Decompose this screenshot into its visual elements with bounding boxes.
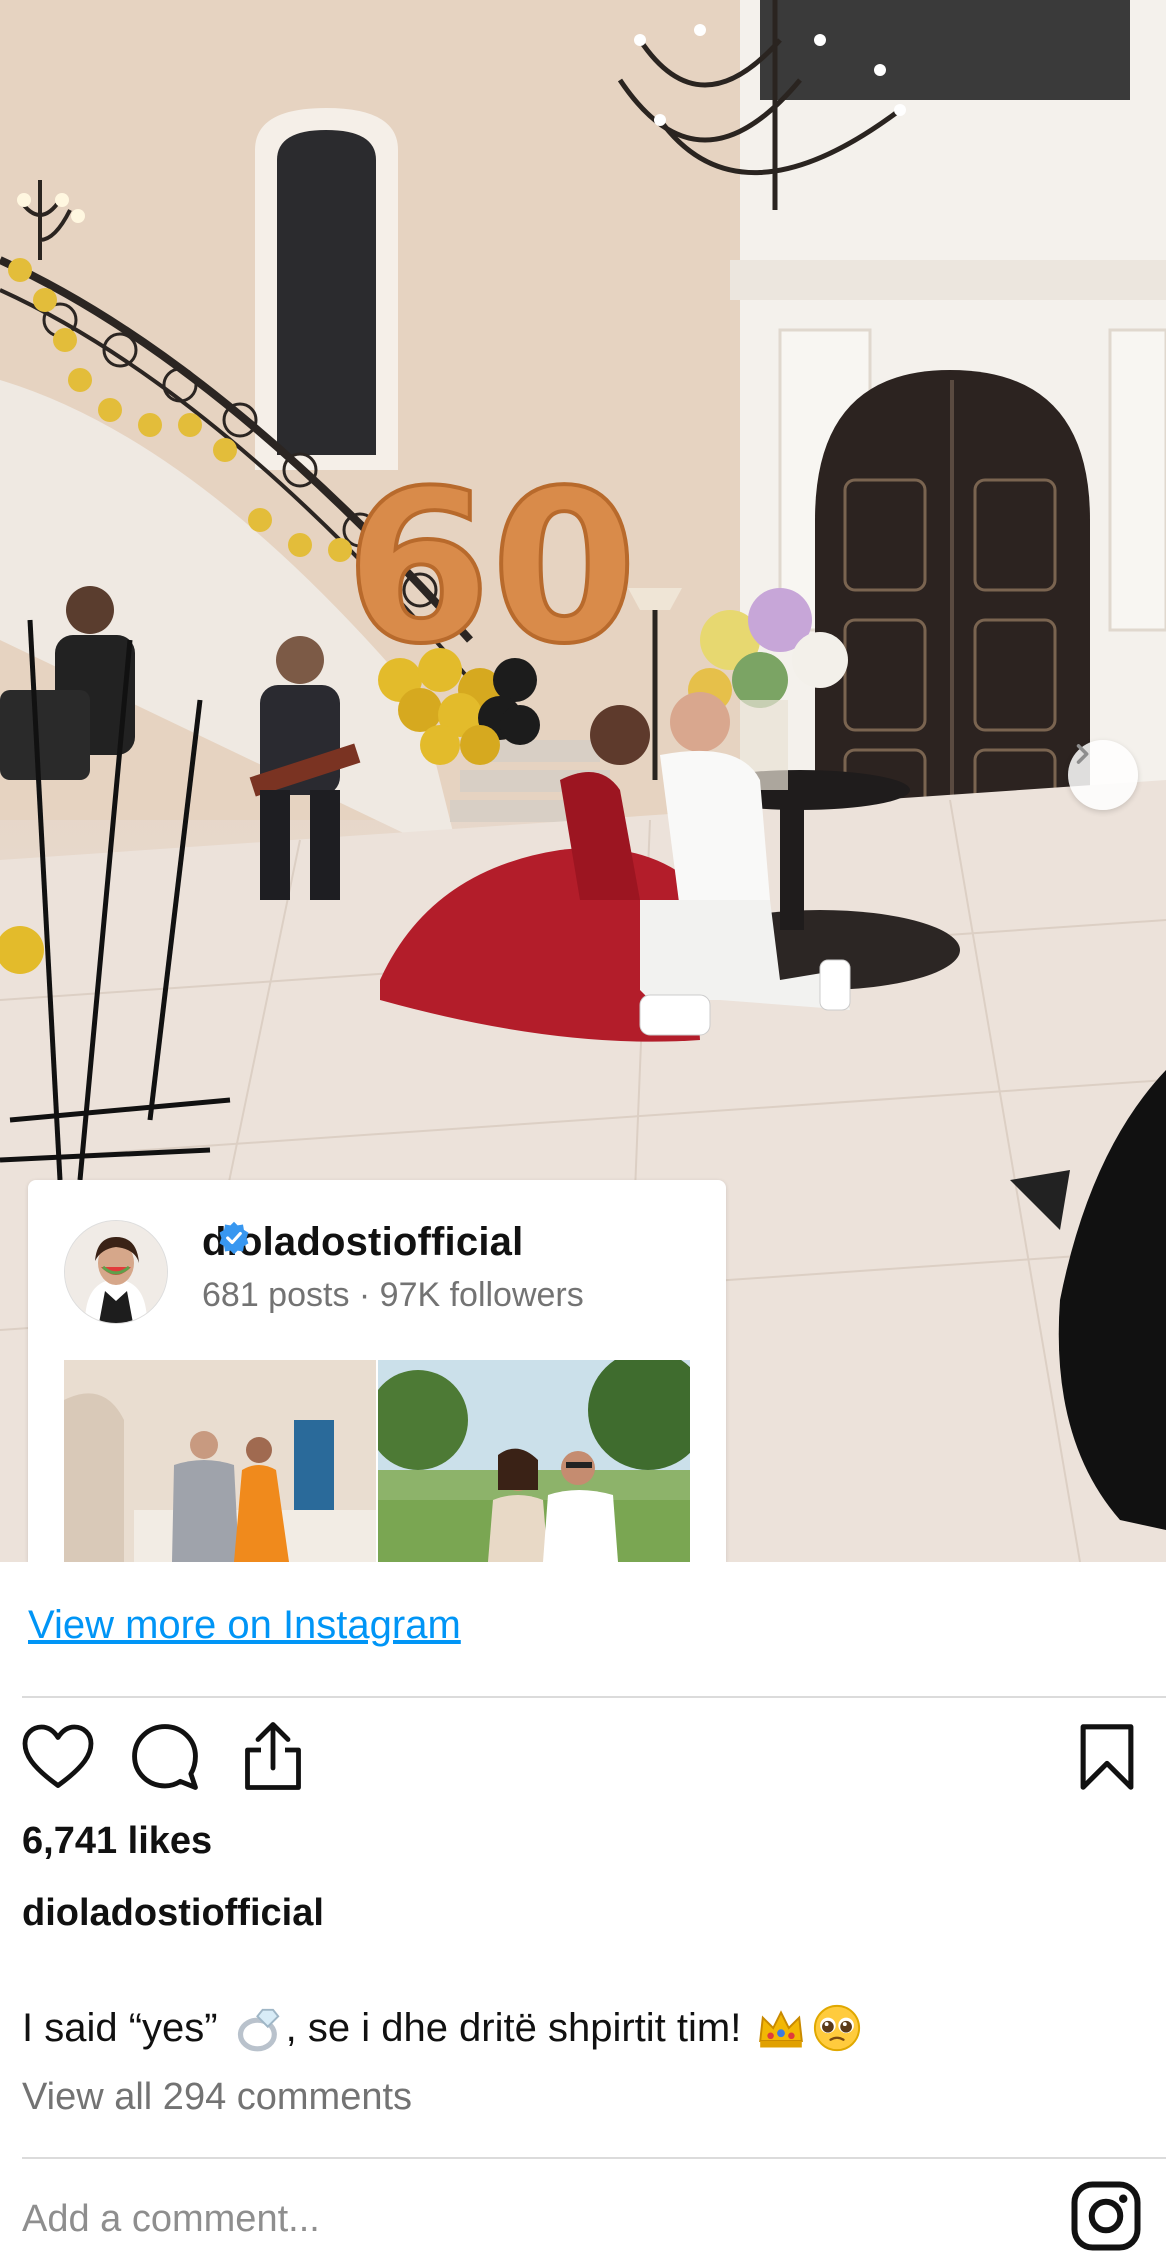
ring-emoji xyxy=(237,2008,280,2052)
add-comment-input[interactable]: Add a comment... xyxy=(22,2198,320,2241)
bookmark-icon[interactable] xyxy=(1078,1722,1136,1792)
pleading-face-emoji xyxy=(814,2004,861,2052)
caption-text-part2: , se i dhe dritë shpirtit tim! xyxy=(285,2005,742,2050)
share-icon[interactable] xyxy=(240,1720,306,1792)
caption-text-part1: I said “yes” xyxy=(22,2005,218,2050)
profile-thumbnail[interactable] xyxy=(378,1360,690,1562)
caption: I said “yes” , se i dhe dritë shpirtit t… xyxy=(22,2002,863,2054)
verified-badge-icon xyxy=(219,1221,249,1255)
caption-username[interactable]: dioladostiofficial xyxy=(22,1892,324,1935)
view-more-on-instagram-link[interactable]: View more on Instagram xyxy=(28,1603,461,1648)
heart-icon[interactable] xyxy=(22,1724,94,1790)
thumbnail-image xyxy=(64,1360,376,1562)
post-photo[interactable]: 60 dioladostiofficial 681 posts · 97K fo… xyxy=(0,0,1166,1562)
avatar[interactable] xyxy=(64,1220,168,1324)
chevron-right-icon xyxy=(1076,744,1089,764)
profile-stats: 681 posts · 97K followers xyxy=(202,1276,584,1314)
crown-emoji xyxy=(759,2010,804,2048)
thumbnail-image xyxy=(378,1360,690,1562)
avatar-image xyxy=(65,1221,167,1323)
likes-count[interactable]: 6,741 likes xyxy=(22,1820,212,1863)
next-photo-button[interactable] xyxy=(1068,740,1138,810)
balloon-60-text: 60 xyxy=(345,445,637,690)
view-all-comments-link[interactable]: View all 294 comments xyxy=(22,2076,412,2119)
divider xyxy=(22,1696,1166,1698)
divider xyxy=(22,2157,1166,2159)
profile-embed-card[interactable]: dioladostiofficial 681 posts · 97K follo… xyxy=(28,1180,726,1562)
profile-thumbnail[interactable] xyxy=(64,1360,376,1562)
instagram-logo-icon[interactable] xyxy=(1070,2180,1142,2252)
comment-icon[interactable] xyxy=(130,1722,200,1792)
